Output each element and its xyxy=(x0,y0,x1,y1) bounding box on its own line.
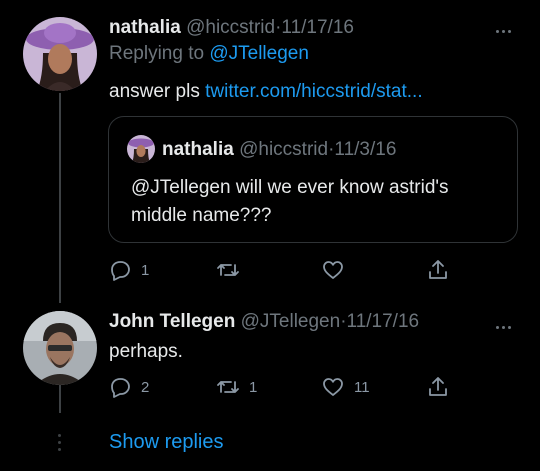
tweet-date[interactable]: 11/17/16 xyxy=(281,17,354,38)
show-replies-link[interactable]: Show replies xyxy=(109,431,224,454)
reply-icon xyxy=(111,378,130,398)
reply-icon xyxy=(111,261,130,281)
replying-to-link[interactable]: @JTellegen xyxy=(209,43,309,64)
reply-button[interactable]: 1 xyxy=(108,256,149,284)
heart-icon xyxy=(323,378,343,396)
thread-dots xyxy=(58,434,62,455)
share-icon xyxy=(429,377,447,396)
share-button[interactable] xyxy=(426,256,450,284)
tweet-body: answer pls xyxy=(109,81,200,102)
reply-date[interactable]: 11/17/16 xyxy=(347,311,420,332)
thread-line xyxy=(59,385,61,413)
reply-handle[interactable]: @JTellegen xyxy=(241,311,341,332)
like-button[interactable]: 11 xyxy=(321,373,370,401)
quoted-date: 11/3/16 xyxy=(334,139,397,160)
reply-count: 2 xyxy=(141,378,150,396)
reply-actions: 2 1 11 xyxy=(108,373,468,401)
quoted-text-line1: @JTellegen will we ever know astrid's xyxy=(131,177,449,198)
more-icon[interactable] xyxy=(496,316,520,329)
share-icon xyxy=(429,260,447,279)
quoted-display-name: nathalia xyxy=(162,139,234,160)
retweet-icon xyxy=(217,381,239,393)
share-button[interactable] xyxy=(426,373,450,401)
replying-to: Replying to @JTellegen xyxy=(109,43,309,65)
quoted-header: nathalia @hiccstrid·11/3/16 xyxy=(162,139,396,161)
tweet-header: nathalia @hiccstrid·11/17/16 xyxy=(109,17,354,39)
tweet-link[interactable]: twitter.com/hiccstrid/stat... xyxy=(205,81,423,102)
tweet-text: answer pls twitter.com/hiccstrid/stat... xyxy=(109,81,423,103)
display-name[interactable]: nathalia xyxy=(109,17,181,38)
more-icon[interactable] xyxy=(496,20,520,33)
thread-line xyxy=(59,93,61,303)
handle[interactable]: @hiccstrid xyxy=(186,17,275,38)
retweet-button[interactable] xyxy=(216,256,249,284)
quoted-tweet-card[interactable]: nathalia @hiccstrid·11/3/16 @JTellegen w… xyxy=(108,116,518,243)
heart-icon xyxy=(323,261,343,279)
avatar[interactable] xyxy=(23,17,97,91)
replying-prefix: Replying to xyxy=(109,43,205,64)
avatar[interactable] xyxy=(23,311,97,385)
retweet-button[interactable]: 1 xyxy=(216,373,257,401)
retweet-count: 1 xyxy=(249,378,258,396)
like-button[interactable] xyxy=(321,256,354,284)
reply-button[interactable]: 2 xyxy=(108,373,149,401)
quoted-avatar[interactable] xyxy=(127,135,155,163)
reply-header: John Tellegen @JTellegen·11/17/16 xyxy=(109,311,419,333)
quoted-text-line2: middle name??? xyxy=(131,205,272,226)
reply-count: 1 xyxy=(141,261,150,279)
quoted-handle: @hiccstrid xyxy=(239,139,329,160)
reply-text: perhaps. xyxy=(109,341,183,362)
reply-display-name[interactable]: John Tellegen xyxy=(109,311,235,332)
tweet-actions: 1 xyxy=(108,256,468,284)
like-count: 11 xyxy=(354,378,370,396)
retweet-icon xyxy=(217,264,239,276)
